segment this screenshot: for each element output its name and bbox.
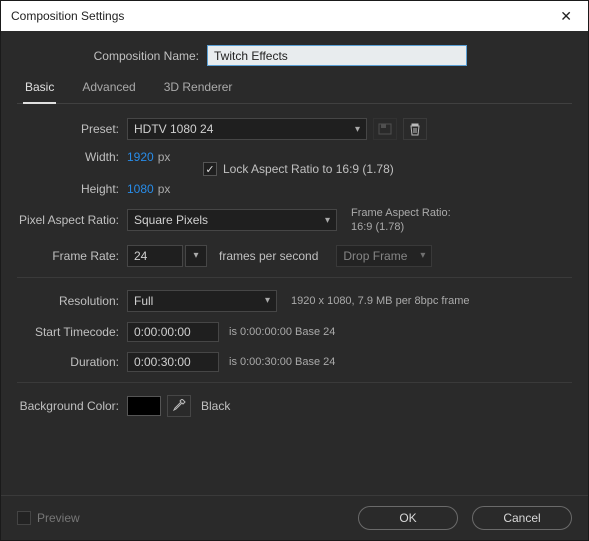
chevron-down-icon: ▾ — [420, 250, 425, 261]
tabs: Basic Advanced 3D Renderer — [17, 76, 572, 104]
par-select[interactable]: Square Pixels ▾ — [127, 209, 337, 231]
chevron-down-icon: ▾ — [355, 124, 360, 135]
preset-select[interactable]: HDTV 1080 24 ▾ — [127, 118, 367, 140]
frame-aspect-value: 16:9 (1.78) — [351, 220, 451, 234]
frame-rate-input[interactable]: 24 — [127, 245, 183, 267]
start-timecode-input[interactable] — [127, 322, 219, 342]
bg-color-label: Background Color: — [17, 399, 127, 413]
tab-3d-renderer[interactable]: 3D Renderer — [162, 76, 235, 103]
composition-settings-dialog: Composition Settings ✕ Composition Name:… — [0, 0, 589, 541]
tab-basic[interactable]: Basic — [23, 76, 56, 104]
eyedropper-icon[interactable] — [167, 395, 191, 417]
save-preset-icon — [373, 118, 397, 140]
separator — [17, 277, 572, 278]
frame-rate-label: Frame Rate: — [17, 249, 127, 263]
preview-label: Preview — [37, 511, 80, 525]
lock-aspect-label: Lock Aspect Ratio to 16:9 (1.78) — [223, 162, 394, 176]
dialog-title: Composition Settings — [11, 9, 124, 23]
tab-advanced[interactable]: Advanced — [80, 76, 137, 103]
bg-color-swatch[interactable] — [127, 396, 161, 416]
chevron-down-icon: ▾ — [325, 215, 330, 226]
frame-rate-dropdown[interactable]: ▾ — [185, 245, 207, 267]
preset-label: Preset: — [17, 122, 127, 136]
par-row: Pixel Aspect Ratio: Square Pixels ▾ Fram… — [17, 206, 572, 235]
bg-color-row: Background Color: Black — [17, 395, 572, 417]
resolution-note: 1920 x 1080, 7.9 MB per 8bpc frame — [291, 295, 470, 307]
start-timecode-note: is 0:00:00:00 Base 24 — [229, 326, 335, 338]
duration-label: Duration: — [17, 355, 127, 369]
height-row: Height: 1080 px — [17, 182, 572, 196]
preview-row: Preview — [17, 511, 80, 525]
width-label: Width: — [17, 150, 127, 164]
width-unit: px — [158, 150, 171, 164]
dialog-content: Composition Name: Basic Advanced 3D Rend… — [1, 31, 588, 540]
par-label: Pixel Aspect Ratio: — [17, 213, 127, 227]
chevron-down-icon: ▾ — [193, 250, 198, 261]
frame-rate-row: Frame Rate: 24 ▾ frames per second Drop … — [17, 245, 572, 267]
resolution-row: Resolution: Full ▾ 1920 x 1080, 7.9 MB p… — [17, 290, 572, 312]
lock-aspect-row: Lock Aspect Ratio to 16:9 (1.78) — [203, 162, 572, 176]
cancel-button[interactable]: Cancel — [472, 506, 572, 530]
titlebar: Composition Settings ✕ — [1, 1, 588, 31]
drop-frame-value: Drop Frame — [343, 249, 407, 263]
trash-icon[interactable] — [403, 118, 427, 140]
par-value: Square Pixels — [134, 213, 208, 227]
resolution-value: Full — [134, 294, 153, 308]
preset-value: HDTV 1080 24 — [134, 122, 213, 136]
ok-button[interactable]: OK — [358, 506, 458, 530]
resolution-label: Resolution: — [17, 294, 127, 308]
drop-frame-select: Drop Frame ▾ — [336, 245, 432, 267]
height-unit: px — [158, 182, 171, 196]
comp-name-input[interactable] — [207, 45, 467, 66]
frame-rate-per-text: frames per second — [219, 249, 318, 263]
preview-checkbox[interactable] — [17, 511, 31, 525]
start-timecode-row: Start Timecode: is 0:00:00:00 Base 24 — [17, 322, 572, 342]
duration-input[interactable] — [127, 352, 219, 372]
duration-row: Duration: is 0:00:30:00 Base 24 — [17, 352, 572, 372]
bg-color-name: Black — [201, 399, 230, 413]
height-value[interactable]: 1080 — [127, 182, 154, 196]
frame-rate-value: 24 — [134, 249, 147, 263]
frame-aspect-note: Frame Aspect Ratio: 16:9 (1.78) — [351, 206, 451, 235]
duration-note: is 0:00:30:00 Base 24 — [229, 356, 335, 368]
separator — [17, 382, 572, 383]
frame-aspect-title: Frame Aspect Ratio: — [351, 206, 451, 220]
start-timecode-label: Start Timecode: — [17, 325, 127, 339]
footer: Preview OK Cancel — [1, 495, 588, 540]
lock-aspect-checkbox[interactable] — [203, 162, 217, 176]
height-label: Height: — [17, 182, 127, 196]
comp-name-label: Composition Name: — [17, 49, 207, 63]
comp-name-row: Composition Name: — [17, 45, 572, 66]
resolution-select[interactable]: Full ▾ — [127, 290, 277, 312]
close-icon[interactable]: ✕ — [554, 8, 578, 25]
chevron-down-icon: ▾ — [265, 295, 270, 306]
width-value[interactable]: 1920 — [127, 150, 154, 164]
preset-row: Preset: HDTV 1080 24 ▾ — [17, 118, 572, 140]
